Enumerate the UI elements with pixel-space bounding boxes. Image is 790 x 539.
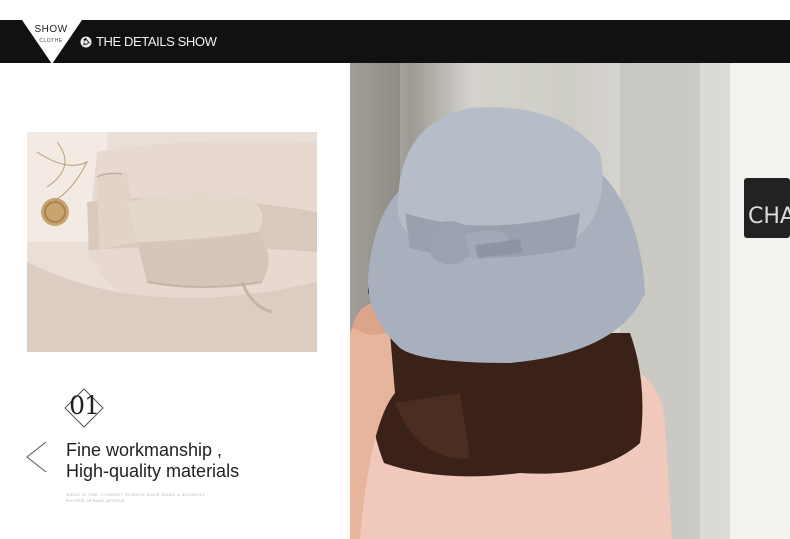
feature-fine-print: WHAT IS THE COMPANY PURSUE HAVE MAKE A S…: [66, 492, 206, 503]
header-title: THE DETAILS SHOW: [96, 34, 217, 49]
header-badge-clothe: CLOTHE: [39, 38, 63, 44]
chevron-left-icon[interactable]: [24, 440, 50, 474]
detail-photo-illustration: [27, 132, 317, 352]
detail-photo: [27, 132, 317, 352]
feature-line-1: Fine workmanship ,: [66, 440, 223, 460]
camera-aperture-icon: [80, 36, 92, 48]
feature-line-2: High-quality materials: [66, 461, 240, 481]
feature-number: 01: [69, 391, 100, 420]
header-badge-show: SHOW: [34, 24, 68, 35]
background-sign-text: CHA: [748, 204, 790, 229]
